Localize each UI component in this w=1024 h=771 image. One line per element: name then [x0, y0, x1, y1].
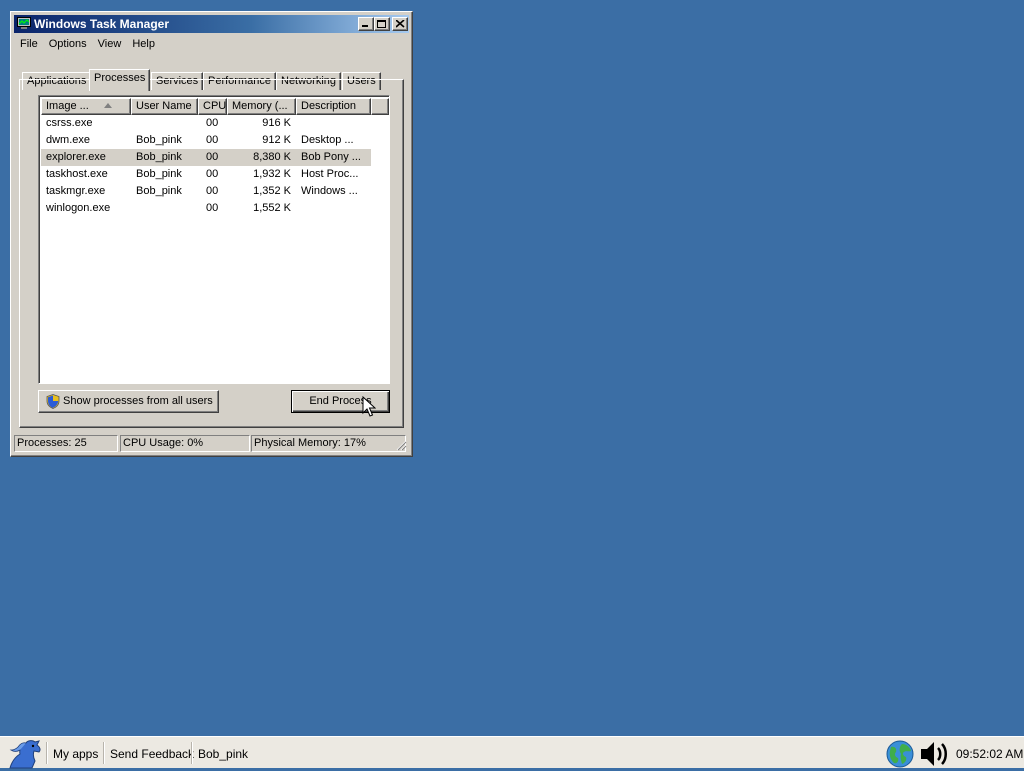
taskbar-send-feedback[interactable]: Send Feedback: [110, 737, 194, 768]
cell-user-name: Bob_pink: [136, 185, 182, 197]
start-pony-logo-icon[interactable]: [6, 739, 44, 769]
cell-cpu: 00: [206, 202, 219, 214]
table-row[interactable]: taskmgr.exe Bob_pink 00 1,352 K Windows …: [41, 183, 387, 200]
tab-processes[interactable]: Processes: [89, 69, 151, 91]
cell-image-name: dwm.exe: [46, 134, 91, 146]
cell-description: Desktop ...: [301, 134, 354, 146]
show-all-processes-button[interactable]: Show processes from all users: [38, 390, 219, 413]
cell-cpu: 00: [206, 185, 219, 197]
cell-image-name: taskmgr.exe: [46, 185, 106, 197]
shield-icon: [46, 394, 60, 409]
status-bar: Processes: 25 CPU Usage: 0% Physical Mem…: [14, 435, 409, 453]
cell-description: [296, 200, 371, 217]
cell-description: Host Proc...: [301, 168, 359, 180]
taskbar-separator: [191, 742, 193, 764]
taskbar-separator: [103, 742, 105, 764]
cell-user-name: [131, 200, 198, 217]
column-image-name[interactable]: Image ...: [41, 98, 131, 115]
task-manager-window: Windows Task Manager File Options View H…: [10, 11, 413, 457]
cell-cpu: 00: [206, 134, 219, 146]
maximize-icon: [377, 19, 386, 28]
table-row[interactable]: csrss.exe 00 916 K: [41, 115, 387, 132]
cell-cpu: 00: [206, 117, 219, 129]
close-icon: [395, 20, 405, 28]
list-body: csrss.exe 00 916 K dwm.exe Bob_pink 00 9…: [41, 115, 387, 217]
cell-description: [296, 115, 371, 132]
taskbar-user[interactable]: Bob_pink: [198, 737, 248, 768]
column-description[interactable]: Description: [296, 98, 371, 115]
cell-memory: 912 K: [262, 134, 291, 146]
column-memory[interactable]: Memory (...: [227, 98, 296, 115]
close-button[interactable]: [392, 17, 408, 31]
column-filler: [371, 98, 389, 115]
column-label: Image ...: [46, 100, 89, 112]
maximize-button[interactable]: [374, 17, 390, 31]
globe-icon[interactable]: [886, 740, 914, 768]
cell-user-name: Bob_pink: [131, 149, 198, 166]
menu-view[interactable]: View: [93, 35, 128, 53]
cell-memory: 1,552 K: [253, 202, 291, 214]
status-physical-memory: Physical Memory: 17%: [251, 435, 406, 452]
menu-bar: File Options View Help: [15, 35, 161, 53]
sort-ascending-icon: [104, 103, 112, 108]
list-header: Image ... User Name CPU Memory (... Desc…: [41, 98, 389, 115]
task-manager-icon: [17, 17, 31, 29]
cell-memory: 8,380 K: [227, 149, 296, 166]
process-list[interactable]: Image ... User Name CPU Memory (... Desc…: [38, 95, 390, 384]
show-all-label: Show processes from all users: [63, 395, 213, 407]
menu-options[interactable]: Options: [44, 35, 93, 53]
column-cpu[interactable]: CPU: [198, 98, 227, 115]
cell-image-name: csrss.exe: [46, 117, 93, 129]
table-row[interactable]: taskhost.exe Bob_pink 00 1,932 K Host Pr…: [41, 166, 387, 183]
volume-speaker-icon[interactable]: [918, 739, 952, 769]
taskbar-clock[interactable]: 09:52:02 AM: [956, 737, 1023, 771]
minimize-icon: [362, 25, 368, 27]
column-user-name[interactable]: User Name: [131, 98, 198, 115]
cell-user-name: [131, 115, 198, 132]
table-row[interactable]: winlogon.exe 00 1,552 K: [41, 200, 387, 217]
cell-description: Bob Pony ...: [296, 149, 371, 166]
table-row-selected[interactable]: explorer.exe Bob_pink 00 8,380 K Bob Pon…: [41, 149, 387, 166]
cell-memory: 1,932 K: [253, 168, 291, 180]
table-row[interactable]: dwm.exe Bob_pink 00 912 K Desktop ...: [41, 132, 387, 149]
cell-image-name: winlogon.exe: [46, 202, 111, 214]
taskbar-my-apps[interactable]: My apps: [53, 737, 98, 768]
cell-cpu: 00: [206, 168, 219, 180]
menu-file[interactable]: File: [15, 35, 44, 53]
title-bar[interactable]: Windows Task Manager: [14, 15, 409, 33]
cell-image-name: taskhost.exe: [46, 168, 108, 180]
cell-memory: 1,352 K: [253, 185, 291, 197]
cell-user-name: Bob_pink: [136, 134, 182, 146]
status-processes: Processes: 25: [14, 435, 118, 452]
window-title: Windows Task Manager: [34, 17, 170, 31]
taskbar: My apps Send Feedback Bob_pink 09:52:02 …: [0, 736, 1024, 771]
cell-cpu: 00: [198, 149, 227, 166]
cell-description: Windows ...: [301, 185, 358, 197]
cell-memory: 916 K: [262, 117, 291, 129]
cell-user-name: Bob_pink: [136, 168, 182, 180]
status-cpu-usage: CPU Usage: 0%: [120, 435, 250, 452]
resize-grip-icon[interactable]: [395, 439, 407, 451]
taskbar-separator: [46, 742, 48, 764]
minimize-button[interactable]: [358, 17, 374, 31]
menu-help[interactable]: Help: [127, 35, 161, 53]
mouse-cursor-icon: [362, 396, 376, 417]
cell-image-name: explorer.exe: [41, 149, 131, 166]
